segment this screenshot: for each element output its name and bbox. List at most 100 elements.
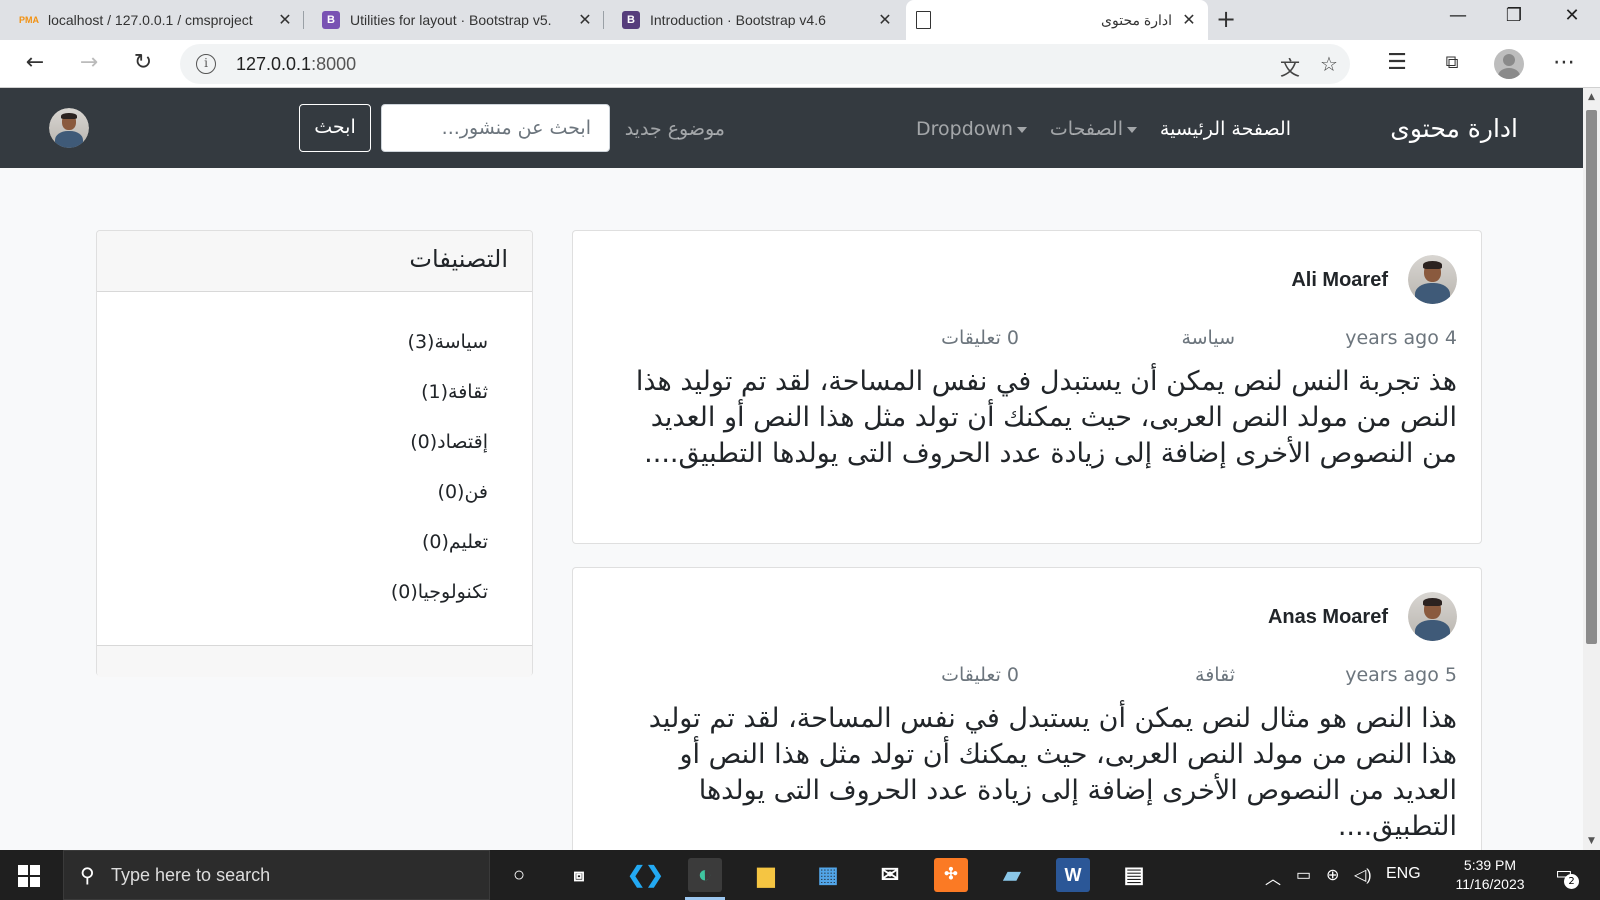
page-viewport: ادارة محتوى الصفحة الرئيسية الصفحات Drop… (0, 88, 1583, 850)
categories-sidebar: التصنيفات سياسة(3) ثقافة(1) إقتصاد(0) فن… (96, 230, 533, 677)
back-button[interactable]: ← (20, 50, 50, 78)
cortana-icon[interactable]: ○ (502, 858, 536, 892)
site-info-icon[interactable]: i (196, 54, 216, 74)
minimize-window-button[interactable]: — (1428, 2, 1488, 32)
post-category[interactable]: سياسة (1181, 327, 1235, 349)
category-item[interactable]: تكنولوجيا(0) (391, 567, 488, 617)
site-brand[interactable]: ادارة محتوى (1390, 114, 1518, 143)
browser-tab-phpmyadmin[interactable]: PMA localhost / 127.0.0.1 / cmsproject ✕ (10, 0, 304, 40)
nav-pages-dropdown[interactable]: الصفحات (1050, 118, 1137, 140)
notification-center-icon[interactable]: ▭ 2 (1552, 863, 1579, 889)
url-text[interactable]: 127.0.0.1:8000 (236, 54, 356, 75)
avatar-image (1408, 592, 1457, 641)
category-item[interactable]: ثقافة(1) (391, 367, 488, 417)
page-scrollbar[interactable]: ▲ ▼ (1583, 88, 1600, 850)
post-excerpt[interactable]: هذا النص هو مثال لنص يمكن أن يستبدل في ن… (617, 701, 1457, 845)
file-explorer-icon[interactable]: ▆ (749, 858, 783, 892)
category-item[interactable]: فن(0) (391, 467, 488, 517)
profile-icon[interactable] (1494, 49, 1524, 79)
post-author[interactable]: Anas Moaref (1268, 606, 1388, 629)
restore-window-button[interactable]: ❐ (1484, 2, 1544, 32)
author-avatar[interactable] (1408, 255, 1457, 304)
word-icon[interactable]: W (1056, 858, 1090, 892)
search-button[interactable]: ابحث (299, 104, 371, 152)
vscode-icon[interactable]: ❮❯ (627, 858, 664, 892)
post-category[interactable]: ثقافة (1195, 664, 1235, 686)
caret-down-icon (1017, 126, 1027, 133)
xampp-icon[interactable]: ✣ (934, 858, 968, 892)
sidebar-footer (97, 645, 532, 677)
post-card: Ali Moaref 4 years ago سياسة 0 تعليقات ه… (572, 230, 1482, 544)
bootstrap-favicon-icon: B (622, 11, 640, 29)
clock-time: 5:39 PM (1463, 857, 1517, 873)
search-input[interactable]: ابحث عن منشور... (381, 104, 610, 152)
search-icon: ⚲ (80, 863, 95, 887)
nav-new-topic-link[interactable]: موضوع جديد (625, 118, 725, 140)
volume-icon[interactable]: ◁) (1354, 865, 1372, 885)
post-comments-count: 0 تعليقات (941, 327, 1019, 349)
post-comments-count: 0 تعليقات (941, 664, 1019, 686)
category-item[interactable]: تعليم(0) (391, 517, 488, 567)
post-excerpt[interactable]: هذ تجربة النس لنص يمكن أن يستبدل في نفس … (617, 364, 1457, 472)
avatar-image (1408, 255, 1457, 304)
tab-title: Introduction · Bootstrap v4.6 (650, 12, 826, 28)
tab-title: ادارة محتوى (1101, 11, 1172, 28)
scroll-up-icon[interactable]: ▲ (1583, 88, 1600, 106)
post-time: 4 years ago (1345, 327, 1457, 349)
browser-tab-active[interactable]: ادارة محتوى ✕ (906, 0, 1208, 40)
nav-dropdown[interactable]: Dropdown (916, 118, 1027, 140)
scrollbar-thumb[interactable] (1586, 110, 1597, 644)
close-tab-icon[interactable]: ✕ (876, 10, 894, 30)
browser-toolbar: ← → ↻ i 127.0.0.1:8000 文 ☆ ☰ ⧉ ⋯ (0, 40, 1600, 88)
avatar-image (49, 108, 89, 148)
bootstrap-favicon-icon: B (322, 11, 340, 29)
tab-title: Utilities for layout · Bootstrap v5. (350, 12, 552, 28)
address-bar[interactable]: i 127.0.0.1:8000 文 ☆ (180, 44, 1350, 84)
browser-tab-bootstrap-v5[interactable]: B Utilities for layout · Bootstrap v5. ✕ (312, 0, 604, 40)
caret-down-icon (1127, 126, 1137, 133)
user-avatar[interactable] (49, 108, 89, 148)
category-item[interactable]: إقتصاد(0) (391, 417, 488, 467)
mail-icon[interactable]: ✉ (873, 858, 907, 892)
task-view-icon[interactable]: ⧈ (562, 858, 596, 892)
close-window-button[interactable]: ✕ (1542, 2, 1600, 32)
close-tab-icon[interactable]: ✕ (576, 10, 594, 30)
forward-button[interactable]: → (74, 50, 104, 78)
site-navbar: ادارة محتوى الصفحة الرئيسية الصفحات Drop… (0, 88, 1583, 168)
translate-icon[interactable]: 文 (1280, 52, 1300, 81)
store-icon[interactable]: ▦ (811, 858, 845, 892)
tab-title: localhost / 127.0.0.1 / cmsproject (48, 12, 253, 28)
taskbar-search-box[interactable]: ⚲ Type here to search (63, 850, 490, 900)
browser-tab-strip: PMA localhost / 127.0.0.1 / cmsproject ✕… (0, 0, 1600, 40)
video-editor-icon[interactable]: ▤ (1117, 858, 1151, 892)
refresh-button[interactable]: ↻ (128, 50, 158, 78)
collections-icon[interactable]: ⧉ (1437, 50, 1467, 78)
favorite-star-icon[interactable]: ☆ (1320, 52, 1338, 76)
notepad-icon[interactable]: ▰ (995, 858, 1029, 892)
nav-home-link[interactable]: الصفحة الرئيسية (1160, 118, 1291, 140)
sidebar-title: التصنيفات (409, 245, 508, 273)
category-item[interactable]: سياسة(3) (391, 317, 488, 367)
battery-icon[interactable]: ▭ (1296, 865, 1311, 885)
browser-tab-bootstrap-v4[interactable]: B Introduction · Bootstrap v4.6 ✕ (612, 0, 904, 40)
language-indicator[interactable]: ENG (1386, 865, 1421, 883)
author-avatar[interactable] (1408, 592, 1457, 641)
more-options-icon[interactable]: ⋯ (1549, 50, 1579, 78)
notification-count: 2 (1564, 874, 1579, 889)
show-hidden-icons-icon[interactable]: ︿ (1265, 865, 1281, 889)
windows-start-icon[interactable] (18, 865, 40, 887)
taskbar-search-placeholder: Type here to search (111, 865, 271, 885)
category-list: سياسة(3) ثقافة(1) إقتصاد(0) فن(0) تعليم(… (391, 317, 488, 617)
network-icon[interactable]: ⊕ (1326, 865, 1339, 885)
sidebar-header: التصنيفات (97, 231, 532, 292)
scroll-down-icon[interactable]: ▼ (1583, 832, 1600, 850)
post-author[interactable]: Ali Moaref (1291, 269, 1388, 292)
system-clock[interactable]: 5:39 PM 11/16/2023 (1450, 856, 1530, 894)
windows-taskbar: ⚲ Type here to search ○ ⧈ ❮❯ ◐ ▆ ▦ ✉ ✣ ▰… (0, 850, 1600, 900)
new-tab-button[interactable]: + (1212, 6, 1240, 34)
favorites-icon[interactable]: ☰ (1382, 50, 1412, 78)
close-tab-icon[interactable]: ✕ (276, 10, 294, 30)
post-card: Anas Moaref 5 years ago ثقافة 0 تعليقات … (572, 567, 1482, 850)
close-tab-icon[interactable]: ✕ (1180, 10, 1198, 30)
edge-icon[interactable]: ◐ (688, 858, 722, 892)
